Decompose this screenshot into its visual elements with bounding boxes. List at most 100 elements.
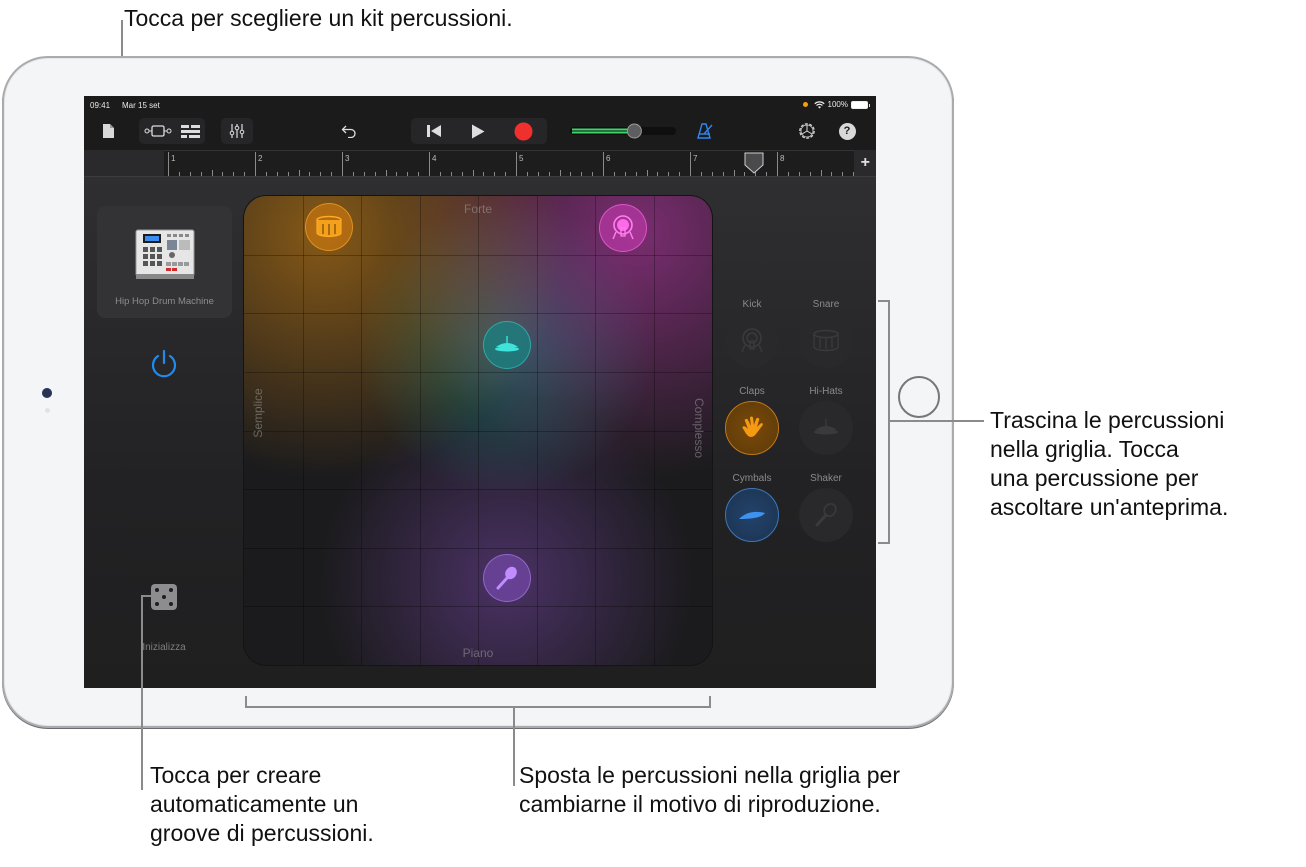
hihats-button[interactable] xyxy=(799,401,853,455)
shaker-icon xyxy=(496,566,517,590)
axis-label-soft: Piano xyxy=(462,646,494,660)
wifi-icon xyxy=(813,100,825,108)
view-toggle-group xyxy=(139,118,205,144)
dice-icon[interactable] xyxy=(151,584,177,610)
bracket-grid-h xyxy=(245,706,711,708)
play-button[interactable] xyxy=(471,124,485,139)
ruler-bar-tick xyxy=(690,152,691,176)
instrument-claps[interactable]: Claps xyxy=(724,386,780,455)
ruler-bar-tick xyxy=(777,152,778,176)
shaker-icon xyxy=(815,503,837,527)
callout-choose-kit-text: Tocca per scegliere un kit percussioni. xyxy=(124,5,513,31)
instrument-hihats[interactable]: Hi-Hats xyxy=(798,386,854,455)
puck-shaker[interactable] xyxy=(483,554,531,602)
ruler-bar-tick xyxy=(516,152,517,176)
instrument-label: Kick xyxy=(742,299,762,310)
record-button[interactable] xyxy=(514,122,533,141)
instrument-shaker[interactable]: Shaker xyxy=(798,473,854,542)
instrument-kick[interactable]: Kick xyxy=(724,299,780,368)
rewind-button[interactable] xyxy=(426,124,442,138)
callout-move-instruments: Sposta le percussioni nella griglia per … xyxy=(519,761,900,819)
drummer-power-button[interactable] xyxy=(148,348,180,380)
callout-line-1: Tocca per creare xyxy=(150,762,322,788)
toolbar: ? xyxy=(84,114,876,150)
ruler-bar-tick xyxy=(342,152,343,176)
callout-line-1: Trascina le percussioni xyxy=(990,407,1225,433)
axis-label-complex: Complesso xyxy=(692,397,706,459)
grid-line xyxy=(244,371,712,373)
drum-kit-selector[interactable]: Hip Hop Drum Machine xyxy=(97,206,232,318)
ruler-bar-tick xyxy=(255,152,256,176)
ruler-bar-number: 8 xyxy=(780,154,785,163)
grid-line xyxy=(361,196,362,665)
puck-snare[interactable] xyxy=(305,203,353,251)
callout-line-dice-h xyxy=(141,595,153,597)
bracket-palette-v xyxy=(888,300,890,544)
kick-drum-icon xyxy=(612,215,634,240)
instrument-label: Cymbals xyxy=(732,473,772,484)
ruler-bar-number: 1 xyxy=(171,154,176,163)
ruler-bar-tick xyxy=(603,152,604,176)
add-section-button[interactable]: + xyxy=(861,154,870,172)
grid-line xyxy=(244,254,712,256)
cymbal-icon xyxy=(739,511,765,519)
playhead-handle[interactable] xyxy=(744,152,764,174)
instrument-label: Claps xyxy=(739,386,765,397)
instrument-label: Hi-Hats xyxy=(809,386,843,397)
snare-button[interactable] xyxy=(799,314,853,368)
camera-icon xyxy=(42,388,52,398)
record-icon xyxy=(514,122,532,140)
callout-line-3: groove di percussioni. xyxy=(150,820,374,846)
puck-kick[interactable] xyxy=(599,204,647,252)
mixer-button[interactable] xyxy=(221,118,253,144)
claps-button[interactable] xyxy=(725,401,779,455)
undo-icon xyxy=(341,125,356,138)
grid-line xyxy=(244,313,712,315)
instrument-snare[interactable]: Snare xyxy=(798,299,854,368)
ruler-bar-number: 5 xyxy=(519,154,524,163)
bracket-grid-right xyxy=(709,696,711,708)
document-button[interactable] xyxy=(98,118,118,144)
callout-auto-groove: Tocca per creare automaticamente un groo… xyxy=(150,761,374,848)
callout-line-2: nella griglia. Tocca xyxy=(990,436,1179,462)
kit-name: Hip Hop Drum Machine xyxy=(115,296,214,307)
mic-indicator-icon xyxy=(802,102,808,107)
ruler-bar-number: 3 xyxy=(345,154,350,163)
home-button[interactable] xyxy=(898,376,940,418)
status-bar: 09:41 Mar 15 set 100% xyxy=(84,96,876,114)
kick-button[interactable] xyxy=(725,314,779,368)
undo-button[interactable] xyxy=(338,118,360,144)
puck-hihats[interactable] xyxy=(483,321,531,369)
instrument-cymbals[interactable]: Cymbals xyxy=(724,473,780,542)
bracket-palette-bottom xyxy=(878,542,890,544)
callout-choose-kit: Tocca per scegliere un kit percussioni. xyxy=(124,4,513,33)
volume-slider[interactable] xyxy=(568,123,678,139)
snare-drum-icon xyxy=(316,215,342,238)
sensor-dot xyxy=(45,408,50,413)
garageband-screen: 09:41 Mar 15 set 100% ? 1 2 3 4 5 6 7 8 … xyxy=(84,96,876,688)
reset-label[interactable]: Inizializza xyxy=(124,642,204,653)
instrument-label: Shaker xyxy=(810,473,842,484)
volume-knob[interactable] xyxy=(626,123,642,139)
document-icon xyxy=(102,124,114,138)
battery-percent: 100% xyxy=(827,100,848,109)
callout-line-dice xyxy=(141,595,143,790)
tracks-view-icon xyxy=(144,125,172,137)
list-view-button[interactable] xyxy=(181,124,201,138)
grid-line xyxy=(478,196,479,665)
help-button[interactable]: ? xyxy=(836,118,858,144)
cymbals-button[interactable] xyxy=(725,488,779,542)
drummer-xy-grid[interactable]: Forte Piano Semplice Complesso xyxy=(244,196,712,665)
shaker-button[interactable] xyxy=(799,488,853,542)
settings-button[interactable] xyxy=(796,118,818,144)
ruler-bar-number: 4 xyxy=(432,154,437,163)
power-icon xyxy=(151,349,177,378)
metronome-icon xyxy=(697,123,713,139)
tracks-view-button[interactable] xyxy=(144,125,172,137)
grid-line xyxy=(302,196,304,665)
help-icon: ? xyxy=(838,122,856,140)
instrument-label: Snare xyxy=(812,299,840,310)
rewind-icon xyxy=(426,125,441,137)
metronome-button[interactable] xyxy=(694,118,716,144)
hand-clap-icon xyxy=(742,416,763,437)
